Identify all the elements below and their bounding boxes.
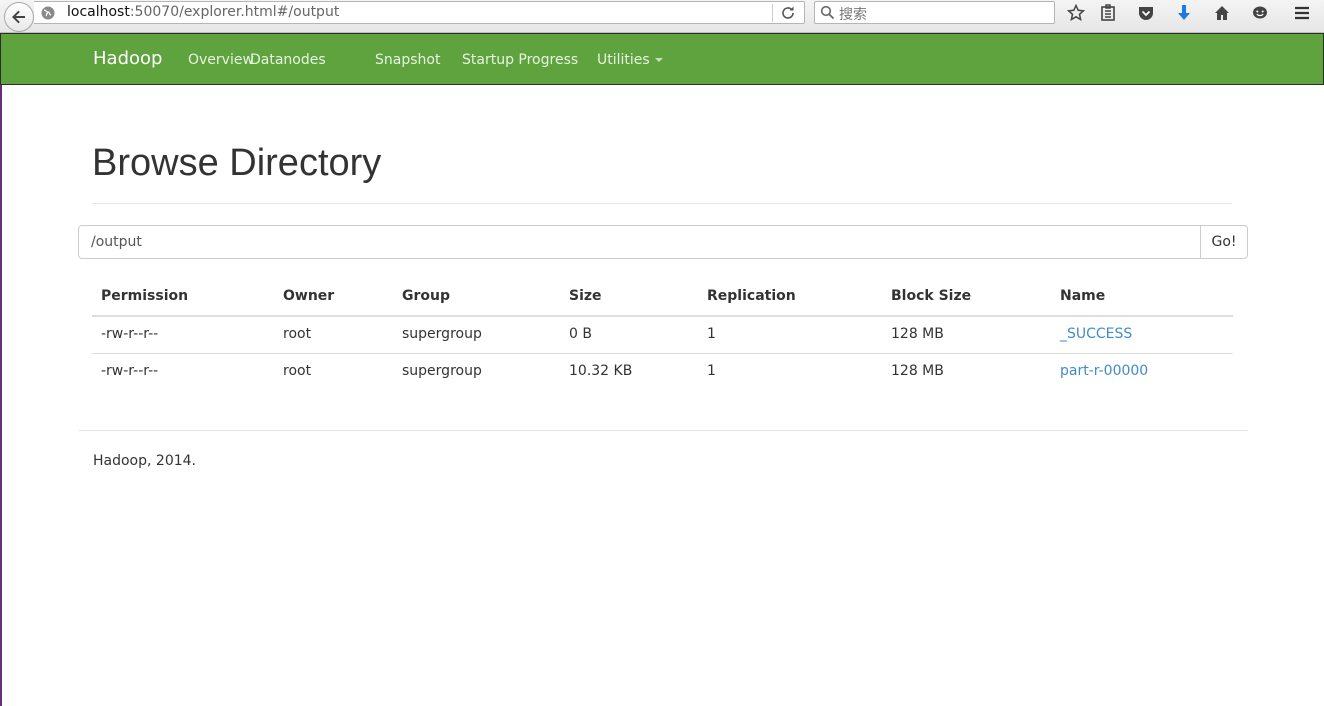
window-edge bbox=[0, 33, 2, 706]
nav-item-startup-progress[interactable]: Startup Progress bbox=[462, 52, 578, 68]
url-text: localhost:50070/explorer.html#/output bbox=[67, 4, 340, 20]
file-link[interactable]: part-r-00000 bbox=[1060, 363, 1148, 379]
url-bar[interactable]: localhost:50070/explorer.html#/output bbox=[34, 1, 805, 24]
header-permission[interactable]: Permission bbox=[101, 288, 188, 304]
row-divider bbox=[92, 353, 1233, 354]
reading-list-icon[interactable] bbox=[1098, 3, 1118, 23]
caret-down-icon bbox=[654, 58, 663, 62]
menu-icon[interactable] bbox=[1292, 3, 1312, 23]
header-owner[interactable]: Owner bbox=[283, 288, 334, 304]
chat-icon[interactable] bbox=[1250, 3, 1270, 23]
cell-size: 10.32 KB bbox=[569, 363, 633, 379]
cell-group: supergroup bbox=[402, 363, 482, 379]
footer-text: Hadoop, 2014. bbox=[93, 453, 196, 469]
header-size[interactable]: Size bbox=[569, 288, 602, 304]
cell-permission: -rw-r--r-- bbox=[101, 326, 159, 342]
title-divider bbox=[92, 203, 1232, 204]
download-icon[interactable] bbox=[1174, 3, 1194, 23]
navbar: Hadoop Overview Datanodes Snapshot Start… bbox=[0, 33, 1324, 85]
nav-item-snapshot[interactable]: Snapshot bbox=[375, 52, 440, 68]
cell-block-size: 128 MB bbox=[891, 326, 944, 342]
nav-item-datanodes[interactable]: Datanodes bbox=[250, 52, 326, 68]
footer-divider bbox=[78, 430, 1248, 431]
header-block-size[interactable]: Block Size bbox=[891, 288, 971, 304]
search-icon bbox=[820, 5, 835, 20]
header-replication[interactable]: Replication bbox=[707, 288, 796, 304]
nav-item-utilities-label: Utilities bbox=[597, 52, 650, 68]
navbar-brand[interactable]: Hadoop bbox=[93, 48, 162, 69]
globe-icon bbox=[41, 6, 55, 20]
directory-path-input[interactable] bbox=[78, 225, 1201, 259]
cell-size: 0 B bbox=[569, 326, 592, 342]
home-icon[interactable] bbox=[1212, 3, 1232, 23]
file-link[interactable]: _SUCCESS bbox=[1060, 326, 1132, 342]
cell-group: supergroup bbox=[402, 326, 482, 342]
go-button[interactable]: Go! bbox=[1200, 225, 1248, 259]
bookmark-star-icon[interactable] bbox=[1066, 3, 1086, 23]
header-name[interactable]: Name bbox=[1060, 288, 1105, 304]
nav-item-overview[interactable]: Overview bbox=[188, 52, 254, 68]
browser-toolbar: localhost:50070/explorer.html#/output 搜索 bbox=[0, 0, 1324, 33]
cell-owner: root bbox=[283, 363, 312, 379]
pocket-icon[interactable] bbox=[1136, 3, 1156, 23]
arrow-left-icon bbox=[12, 10, 25, 24]
page-title: Browse Directory bbox=[92, 142, 382, 184]
cell-permission: -rw-r--r-- bbox=[101, 363, 159, 379]
cell-replication: 1 bbox=[707, 326, 716, 342]
search-bar[interactable]: 搜索 bbox=[814, 1, 1055, 24]
cell-replication: 1 bbox=[707, 363, 716, 379]
cell-block-size: 128 MB bbox=[891, 363, 944, 379]
reload-icon[interactable] bbox=[780, 5, 796, 21]
header-divider bbox=[92, 315, 1233, 317]
back-button[interactable] bbox=[4, 2, 34, 32]
url-divider bbox=[772, 4, 773, 22]
header-group[interactable]: Group bbox=[402, 288, 450, 304]
search-placeholder: 搜索 bbox=[839, 7, 867, 23]
nav-item-utilities[interactable]: Utilities bbox=[597, 52, 663, 68]
cell-owner: root bbox=[283, 326, 312, 342]
